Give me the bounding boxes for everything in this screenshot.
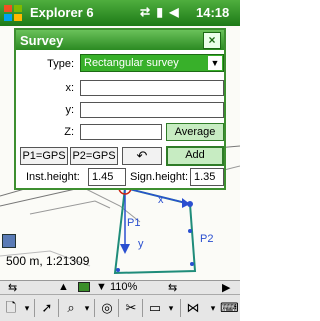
p2-gps-button[interactable]: P2=GPS xyxy=(70,147,118,165)
up-arrow-icon[interactable]: ▲ xyxy=(58,281,69,293)
zoom-level[interactable]: 110% xyxy=(110,281,137,293)
type-label: Type: xyxy=(47,58,74,70)
chevron-down-icon[interactable]: ▼ xyxy=(208,56,222,70)
type-select[interactable]: Rectangular survey ▼ xyxy=(80,54,224,72)
ruler-menu-icon[interactable]: ▾ xyxy=(162,299,180,317)
bottom-toolbar: 🗋 ▾ ➚ ⌕ ▾ ◎ ✂ ▭ ▾ ⋈ ▾ ⌨ xyxy=(0,294,240,321)
p1-gps-button[interactable]: P1=GPS xyxy=(20,147,68,165)
title-bar: Explorer 6 ⇄ ▮ ◀ 14:18 xyxy=(0,0,240,26)
x-label: x: xyxy=(65,82,74,94)
right-arrow-icon[interactable]: ▶ xyxy=(222,281,230,294)
volume-icon[interactable]: ◀ xyxy=(169,5,178,19)
dialog-title: Survey xyxy=(20,33,64,48)
tools-icon[interactable]: ✂ xyxy=(122,299,140,317)
keyboard-icon[interactable]: ⌨ xyxy=(220,299,239,317)
undo-button[interactable]: ↶ xyxy=(122,147,162,165)
status-bar: ⇆ ▲ ▼ 110% ⇆ ▶ xyxy=(0,280,240,295)
y-label: y: xyxy=(65,104,74,116)
signal-icon[interactable]: ▮ xyxy=(156,5,163,19)
type-value: Rectangular survey xyxy=(84,57,179,69)
sign-height-input[interactable]: 1.35 xyxy=(190,168,224,186)
zoom-arrows-icon[interactable]: ⇆ xyxy=(168,281,177,294)
survey-dialog: Survey × Type: Rectangular survey ▼ x: y… xyxy=(14,28,226,190)
average-button[interactable]: Average xyxy=(166,123,224,141)
globe-icon[interactable]: ◎ xyxy=(98,299,116,317)
scale-text: 500 m, 1:21309 xyxy=(6,254,90,268)
inst-height-label: Inst.height: xyxy=(26,171,80,183)
battery-icon xyxy=(78,282,90,292)
map-y-axis-label: y xyxy=(138,238,144,250)
cursor-icon[interactable]: ➚ xyxy=(38,299,56,317)
close-button[interactable]: × xyxy=(203,32,221,49)
dialog-header: Survey × xyxy=(16,30,224,50)
x-field[interactable] xyxy=(80,80,224,96)
sign-height-label: Sign.height: xyxy=(130,171,189,183)
z-label: Z: xyxy=(64,126,74,138)
inst-height-input[interactable]: 1.45 xyxy=(88,168,126,186)
route-icon[interactable]: ⋈ xyxy=(184,299,202,317)
add-button[interactable]: Add xyxy=(166,146,224,166)
undo-icon: ↶ xyxy=(136,148,148,163)
system-tray: ⇄ ▮ ◀ xyxy=(140,5,188,21)
map-p2-label: P2 xyxy=(200,233,213,245)
z-field[interactable] xyxy=(80,124,162,140)
windows-flag-icon[interactable] xyxy=(3,3,23,23)
map-p1-label: P1 xyxy=(127,217,140,229)
down-arrow-icon[interactable]: ▼ xyxy=(96,281,107,293)
map-x-axis-label: x xyxy=(158,194,164,206)
layer-icon[interactable] xyxy=(2,234,16,248)
clock[interactable]: 14:18 xyxy=(196,5,229,20)
left-arrow-icon[interactable]: ⇆ xyxy=(8,281,17,294)
connectivity-icon[interactable]: ⇄ xyxy=(140,5,150,19)
y-field[interactable] xyxy=(80,102,224,118)
app-title: Explorer 6 xyxy=(30,5,94,20)
